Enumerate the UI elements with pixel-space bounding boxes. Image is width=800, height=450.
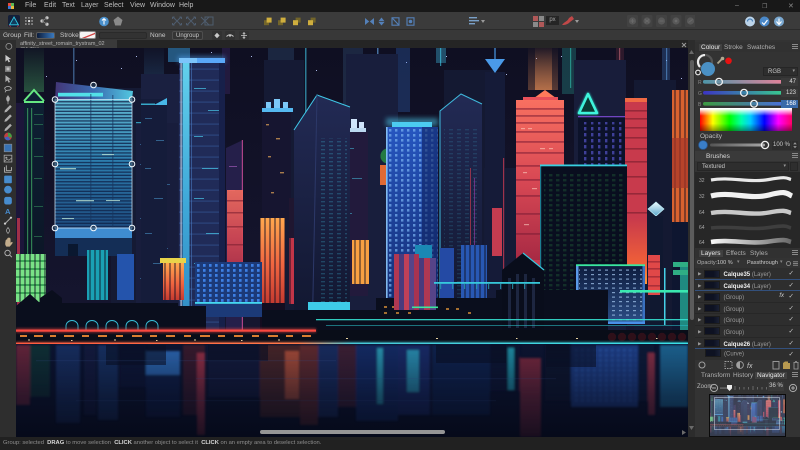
svg-text:64: 64	[699, 210, 705, 216]
svg-text:G: G	[698, 91, 702, 97]
svg-text:64: 64	[699, 240, 705, 246]
svg-text:A: A	[5, 207, 11, 216]
svg-text:64: 64	[699, 225, 705, 231]
svg-text:32: 32	[699, 194, 705, 200]
svg-text:R: R	[698, 80, 702, 86]
svg-text:fx: fx	[747, 363, 753, 370]
svg-text:32: 32	[699, 178, 705, 184]
